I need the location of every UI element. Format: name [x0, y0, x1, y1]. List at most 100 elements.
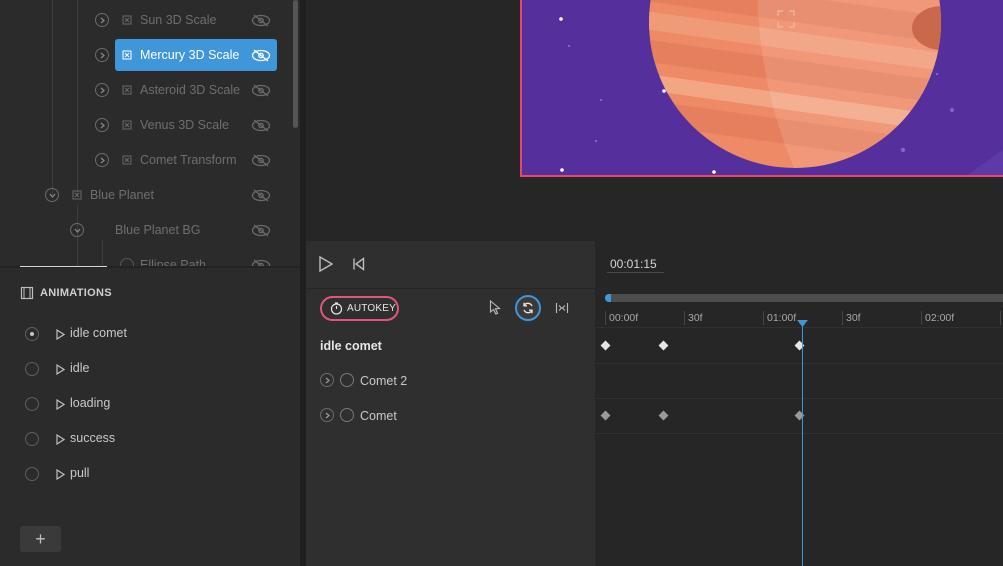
animation-radio[interactable] — [25, 362, 39, 376]
add-animation-button[interactable]: + — [20, 526, 61, 552]
animation-radio[interactable] — [25, 327, 39, 341]
animation-item-idle-comet[interactable]: idle comet — [0, 317, 300, 351]
keyframe-diamond[interactable] — [600, 410, 611, 421]
timeline-scrollbar[interactable] — [605, 294, 1003, 302]
transform-node-icon — [122, 120, 132, 130]
ruler-tick-label: 01:00f — [767, 312, 797, 324]
autokey-button[interactable]: AUTOKEY — [320, 296, 399, 321]
stopwatch-icon — [330, 302, 343, 315]
play-icon[interactable] — [318, 255, 334, 273]
animations-title: ANIMATIONS — [40, 287, 112, 299]
expand-chevron-icon[interactable] — [95, 118, 109, 132]
stage-canvas[interactable] — [306, 0, 1003, 241]
expand-chevron-icon[interactable] — [320, 408, 334, 422]
track-row-separator — [595, 363, 1003, 364]
timeline-tracks-panel: AUTOKEY idle comet Comet 2 Comet — [306, 241, 595, 566]
hierarchy-item-label: Venus 3D Scale — [140, 118, 229, 132]
expand-chevron-icon[interactable] — [95, 83, 109, 97]
play-icon[interactable] — [56, 469, 65, 480]
keyframe-diamond[interactable] — [658, 340, 669, 351]
animation-radio[interactable] — [25, 397, 39, 411]
play-icon[interactable] — [56, 399, 65, 410]
planet-artwork — [559, 0, 1003, 175]
hierarchy-item-label: Asteroid 3D Scale — [140, 83, 241, 97]
transform-node-icon — [122, 85, 132, 95]
play-icon[interactable] — [56, 329, 65, 340]
ruler-tick-label: 30f — [846, 312, 861, 324]
hidden-eye-icon[interactable] — [251, 224, 271, 237]
ruler-tick — [763, 311, 764, 325]
timeline-scroll-handle[interactable] — [605, 294, 611, 302]
collapse-chevron-icon[interactable] — [70, 223, 84, 237]
time-field-underline — [607, 272, 664, 273]
animation-label: pull — [70, 466, 90, 480]
animation-label: loading — [70, 396, 111, 410]
expand-chevron-icon[interactable] — [95, 13, 109, 27]
track-row-separator — [595, 398, 1003, 399]
cursor-select-icon[interactable] — [489, 300, 501, 315]
ruler-tick — [921, 311, 922, 325]
transform-node-icon — [72, 190, 82, 200]
animation-label: idle comet — [70, 326, 127, 340]
animation-item-pull[interactable]: pull — [0, 457, 300, 491]
hidden-eye-icon[interactable] — [251, 119, 271, 132]
animation-label: success — [70, 431, 116, 445]
hidden-eye-icon[interactable] — [251, 189, 271, 202]
transform-node-icon — [122, 50, 132, 60]
hierarchy-scrollbar[interactable] — [293, 0, 298, 128]
fit-timeline-icon[interactable] — [555, 302, 569, 314]
track-label-comet[interactable]: Comet — [360, 409, 397, 423]
ruler-tick-label: 30f — [688, 312, 703, 324]
hidden-eye-icon[interactable] — [251, 84, 271, 97]
hierarchy-item-label: Sun 3D Scale — [140, 13, 217, 27]
ellipse-shape-icon — [120, 258, 134, 266]
animation-item-success[interactable]: success — [0, 422, 300, 456]
hierarchy-panel: Sun 3D Scale Mercury 3D Scale Asteroid 3… — [0, 0, 300, 266]
hierarchy-item-blue-planet-bg[interactable]: Blue Planet BG — [0, 217, 290, 243]
hidden-eye-icon[interactable] — [251, 154, 271, 167]
ruler-tick — [605, 311, 606, 325]
ruler-tick-label: 00:00f — [609, 312, 639, 324]
current-animation-name: idle comet — [320, 339, 382, 353]
expand-chevron-icon[interactable] — [95, 48, 109, 62]
hierarchy-item-label: Blue Planet BG — [115, 223, 201, 237]
animation-item-loading[interactable]: loading — [0, 387, 300, 421]
animations-panel: ANIMATIONS idle comet idle loading succe… — [0, 267, 300, 566]
hidden-eye-icon[interactable] — [251, 14, 271, 27]
loop-toggle-button[interactable] — [515, 295, 541, 321]
hierarchy-item-label: Comet Transform — [140, 153, 237, 167]
hierarchy-item-sun-3d-scale[interactable]: Sun 3D Scale — [0, 7, 290, 33]
collapse-chevron-icon[interactable] — [45, 188, 59, 202]
animation-radio[interactable] — [25, 432, 39, 446]
radio-selected-dot — [30, 332, 34, 336]
hierarchy-item-label: Mercury 3D Scale — [140, 48, 240, 62]
hidden-eye-icon[interactable] — [251, 259, 271, 266]
play-icon[interactable] — [56, 364, 65, 375]
plus-icon: + — [35, 529, 46, 549]
hierarchy-item-asteroid-3d-scale[interactable]: Asteroid 3D Scale — [0, 77, 290, 103]
keyframe-diamond[interactable] — [600, 340, 611, 351]
skip-to-start-icon[interactable] — [352, 257, 365, 271]
play-icon[interactable] — [56, 434, 65, 445]
hierarchy-item-mercury-3d-scale[interactable]: Mercury 3D Scale — [0, 39, 290, 71]
artboard[interactable] — [520, 0, 1003, 177]
keyframe-diamond[interactable] — [658, 410, 669, 421]
ruler-tick — [842, 311, 843, 325]
hierarchy-item-venus-3d-scale[interactable]: Venus 3D Scale — [0, 112, 290, 138]
current-time-field[interactable]: 00:01:15 — [610, 257, 657, 271]
animation-radio[interactable] — [25, 467, 39, 481]
autokey-label: AUTOKEY — [347, 303, 397, 314]
track-label-comet-2[interactable]: Comet 2 — [360, 374, 407, 388]
hierarchy-item-comet-transform[interactable]: Comet Transform — [0, 147, 290, 173]
hierarchy-item-ellipse-path[interactable]: Ellipse Path — [0, 252, 290, 266]
toolbar-divider — [306, 288, 595, 289]
ruler-tick — [684, 311, 685, 325]
hidden-eye-icon[interactable] — [251, 49, 271, 62]
editor-window: Sun 3D Scale Mercury 3D Scale Asteroid 3… — [0, 0, 1003, 566]
hierarchy-item-blue-planet[interactable]: Blue Planet — [0, 182, 290, 208]
expand-chevron-icon[interactable] — [320, 373, 334, 387]
timeline-keyframes-panel[interactable]: 00:01:15 00:00f 30f 01:00f 30f 02:00f — [595, 241, 1003, 566]
animation-item-idle[interactable]: idle — [0, 352, 300, 386]
playhead-line[interactable] — [802, 326, 803, 566]
expand-chevron-icon[interactable] — [95, 153, 109, 167]
